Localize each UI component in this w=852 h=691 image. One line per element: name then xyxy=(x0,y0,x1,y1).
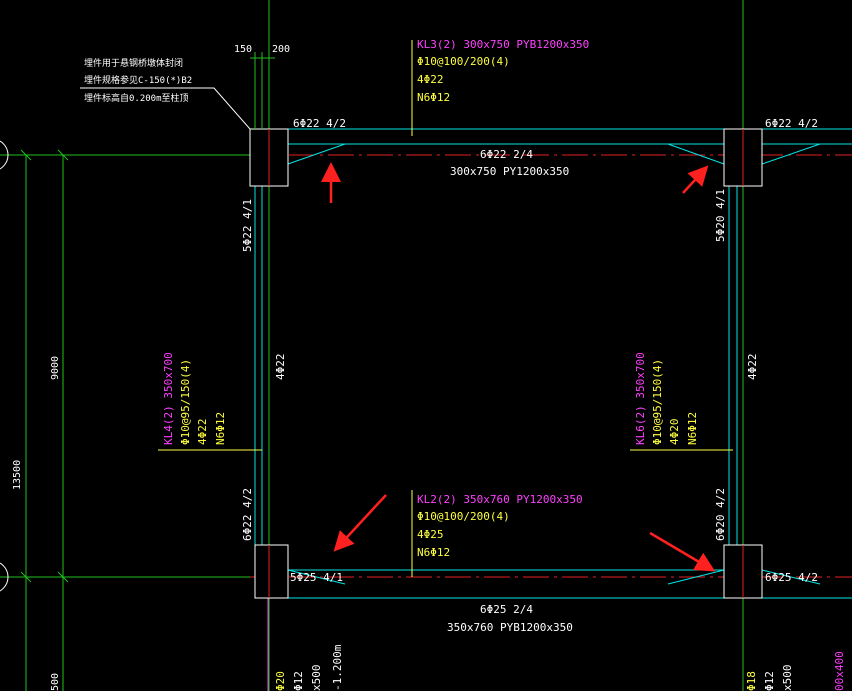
arrow-top-right xyxy=(682,165,709,194)
kl2-name: KL2(2) 350x760 PY1200x350 xyxy=(417,493,583,506)
bottom-label-a1: Φ20 xyxy=(274,671,287,691)
kl6-bottom: 4Φ22 xyxy=(746,354,759,381)
bottom-label-b3: x500 xyxy=(781,665,794,691)
kl3-section: 300x750 PY1200x350 xyxy=(450,165,569,178)
arrow-bottom-right xyxy=(649,531,716,572)
kl6-stirrup: Φ10@95/150(4) xyxy=(651,359,664,445)
cad-drawing: 150 200 9000 13500 500 埋件用于悬钢桥墩体封闭 埋件规格参… xyxy=(0,0,852,691)
dim-13500-label: 13500 xyxy=(12,460,23,490)
kl2-right-support: 6Φ25 4/2 xyxy=(765,571,818,584)
kl6-name: KL6(2) 350x700 xyxy=(634,352,647,445)
bottom-label-a3: x500 xyxy=(310,665,323,691)
embed-note-line1: 埋件用于悬钢桥墩体封闭 xyxy=(84,57,183,69)
kl4-stirrup: Φ10@95/150(4) xyxy=(179,359,192,445)
bottom-label-b1: Φ18 xyxy=(745,671,758,691)
arrow-bottom-left xyxy=(333,494,387,552)
kl3-bottom: 6Φ22 2/4 xyxy=(480,148,533,161)
bottom-label-a4: -1.200m xyxy=(331,644,344,691)
kl3-name: KL3(2) 300x750 PYB1200x350 xyxy=(417,38,589,51)
embed-note-line3: 埋件标高自0.200m至柱顶 xyxy=(84,92,189,104)
kl6-lower-support: 6Φ20 4/2 xyxy=(714,488,727,541)
dim-200-label: 200 xyxy=(272,44,290,55)
embed-note-line2: 埋件规格参见C-150(*)B2 xyxy=(84,74,192,86)
kl2-left-support: 5Φ25 4/1 xyxy=(290,571,343,584)
haunch-br-1 xyxy=(667,569,725,585)
bottom-label-a2: Φ12 xyxy=(292,671,305,691)
dim-500-label: 500 xyxy=(50,673,61,691)
kl2-section: 350x760 PYB1200x350 xyxy=(447,621,573,634)
kl2-top: 4Φ25 xyxy=(417,528,444,541)
kl4-top: 4Φ22 xyxy=(196,419,209,446)
kl4-name: KL4(2) 350x700 xyxy=(162,352,175,445)
kl3-right-support: 6Φ22 4/2 xyxy=(765,117,818,130)
haunch-tl-2 xyxy=(287,143,346,165)
kl4-side: N6Φ12 xyxy=(214,412,227,445)
kl4-bottom: 4Φ22 xyxy=(274,354,287,381)
bottom-label-b2: Φ12 xyxy=(763,671,776,691)
kl4-lower-support: 6Φ22 4/2 xyxy=(241,488,254,541)
kl6-top: 4Φ20 xyxy=(668,419,681,446)
kl4-upper-support: 5Φ22 4/1 xyxy=(241,199,254,252)
dim-150-label: 150 xyxy=(234,44,252,55)
kl3-stirrup: Φ10@100/200(4) xyxy=(417,55,510,68)
kl2-side: N6Φ12 xyxy=(417,546,450,559)
column-bottom-left xyxy=(254,544,289,599)
haunch-r-1 xyxy=(761,143,821,165)
kl3-top: 4Φ22 xyxy=(417,73,444,86)
haunch-tr-1 xyxy=(667,143,725,165)
kl2-bottom: 6Φ25 2/4 xyxy=(480,603,533,616)
dim-9000-label: 9000 xyxy=(50,356,61,380)
kl2-stirrup: Φ10@100/200(4) xyxy=(417,510,510,523)
kl3-left-support: 6Φ22 4/2 xyxy=(293,117,346,130)
kl3-side: N6Φ12 xyxy=(417,91,450,104)
kl6-upper-support: 5Φ20 4/1 xyxy=(714,189,727,242)
kl6-side: N6Φ12 xyxy=(686,412,699,445)
bottom-label-b4: 00x400 xyxy=(833,651,846,691)
